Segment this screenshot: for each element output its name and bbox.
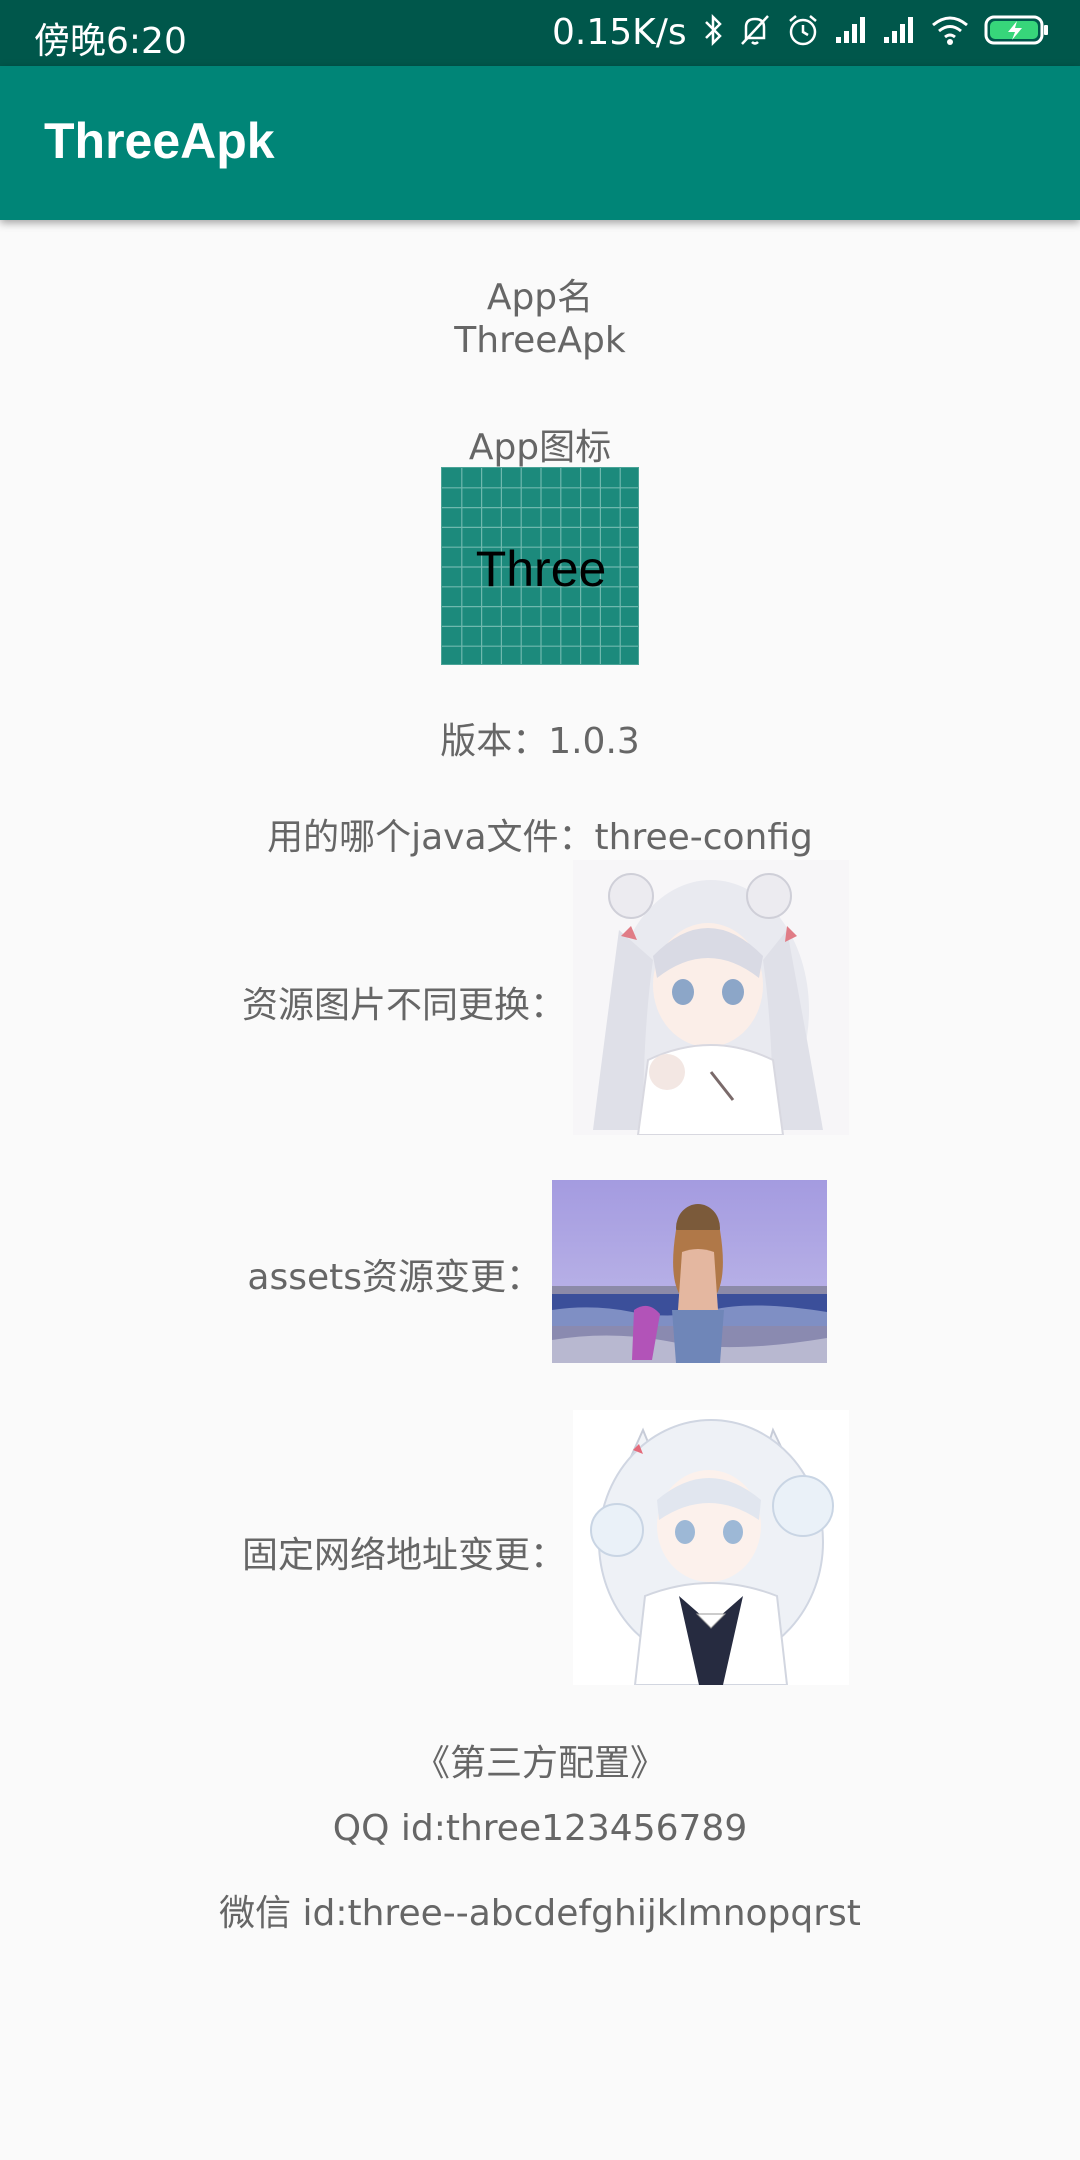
status-bar: 傍晚6:20 0.15K/s — [0, 0, 1080, 66]
wifi-icon — [932, 16, 968, 45]
app-title: ThreeApk — [44, 113, 275, 169]
anime-girl-image-1 — [573, 860, 849, 1135]
beach-girl-image — [552, 1180, 827, 1363]
app-name-label: App名 — [486, 277, 594, 318]
version-text: 版本：1.0.3 — [440, 721, 640, 762]
alarm-icon — [789, 15, 817, 46]
app-icon-text: Three — [475, 541, 607, 597]
signal-icon — [836, 17, 865, 43]
app-icon: Three — [441, 467, 639, 665]
network-speed: 0.15K/s — [552, 12, 687, 53]
status-time: 傍晚6:20 — [34, 21, 187, 62]
wechat-id-text: 微信 id:three--abcdefghijklmnopqrst — [219, 1893, 861, 1934]
mute-icon — [741, 15, 769, 45]
app-name-value: ThreeApk — [454, 320, 626, 361]
bluetooth-icon — [705, 13, 722, 47]
app-bar: ThreeApk — [0, 66, 1080, 220]
anime-girl-image-2 — [573, 1410, 849, 1685]
java-file-text: 用的哪个java文件：three-config — [267, 817, 813, 858]
third-party-title: 《第三方配置》 — [413, 1743, 666, 1784]
app-icon-label: App图标 — [468, 427, 612, 468]
res-image-label: 资源图片不同更换： — [241, 985, 566, 1026]
network-label: 固定网络地址变更： — [241, 1535, 566, 1576]
assets-label: assets资源变更： — [247, 1257, 542, 1298]
battery-charging-icon — [984, 15, 1048, 45]
signal-icon — [884, 17, 913, 43]
status-icons — [702, 12, 1050, 48]
qq-id-text: QQ id:three123456789 — [332, 1808, 748, 1849]
